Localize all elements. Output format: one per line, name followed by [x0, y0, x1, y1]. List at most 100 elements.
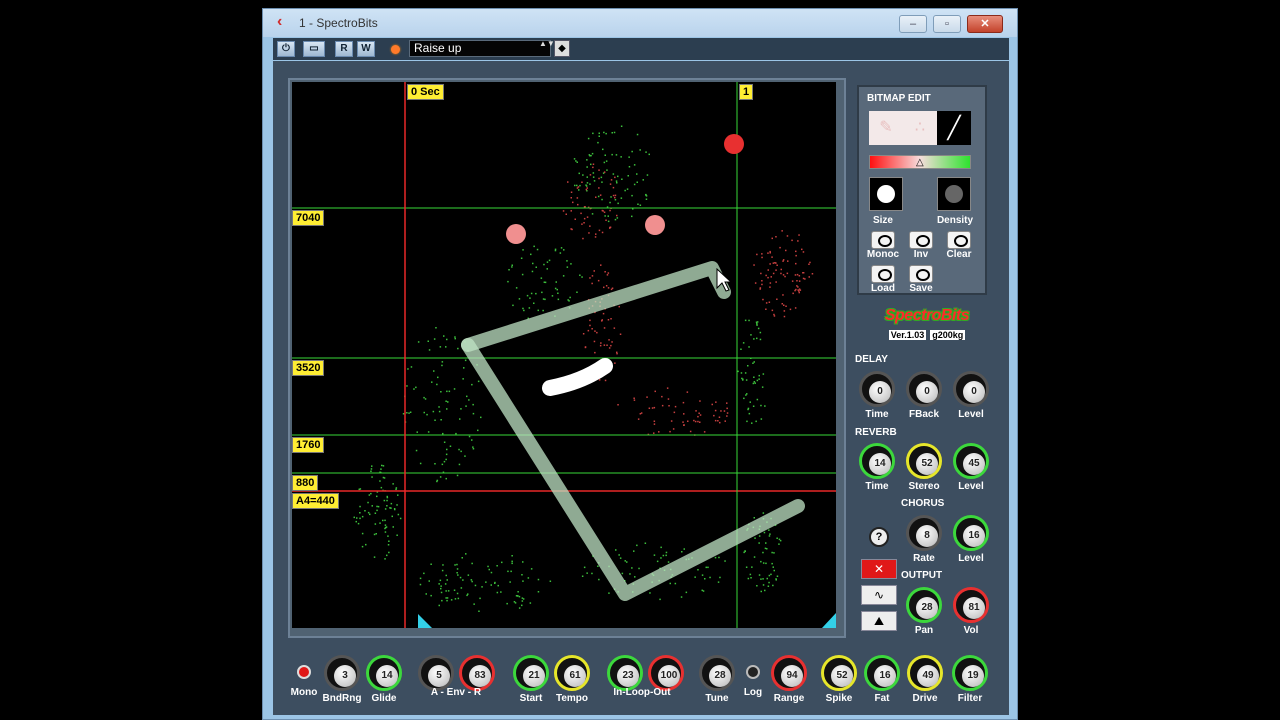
time-marker-label: 1	[739, 84, 754, 100]
spike-value: 52	[831, 665, 853, 687]
reverb-stereo-value: 52	[916, 453, 938, 475]
reverb-stereo-knob[interactable]: 52	[906, 443, 942, 479]
spike-knob[interactable]: 52	[821, 655, 857, 691]
glide-knob[interactable]: 14	[366, 655, 402, 691]
pen-tool-icon[interactable]: ╱	[937, 111, 971, 145]
preset-name-field[interactable]: Raise up	[409, 40, 551, 57]
write-automation-button[interactable]: W	[357, 41, 375, 57]
delay-fback-knob[interactable]: 0	[906, 371, 942, 407]
output-pan-value: 28	[916, 597, 938, 619]
envelope-view-button[interactable]: ⛰	[861, 611, 897, 631]
invert-button[interactable]	[909, 231, 933, 249]
plugin-window: ‹ 1 - SpectroBits – ▫ ✕ ⏻ ▭ R W Raise up…	[262, 8, 1018, 720]
title-bar[interactable]: ‹ 1 - SpectroBits – ▫ ✕	[263, 9, 1017, 37]
brush-size-control[interactable]	[869, 177, 903, 211]
red-dot-2	[506, 224, 526, 244]
mono-label: Mono	[290, 687, 318, 698]
density-label: Density	[936, 215, 974, 226]
log-toggle[interactable]	[746, 665, 760, 679]
bitmap-tool-group: ✎ ∴ ╱	[869, 111, 971, 145]
save-button[interactable]	[909, 265, 933, 283]
tempo-knob[interactable]: 61	[554, 655, 590, 691]
loop-out-value: 100	[658, 665, 680, 687]
tune-value: 28	[709, 665, 731, 687]
logo-version: Ver.1.03	[888, 330, 927, 340]
cubase-app-icon[interactable]: ‹	[277, 14, 291, 30]
brush-stroke-white	[542, 358, 613, 396]
freq-label-880: 880	[292, 475, 319, 491]
waveform-button[interactable]: ∿	[861, 585, 897, 605]
spectrobits-panel: 0 Sec 1 7040 3520 1760 880 A4=440 BITMAP…	[273, 61, 1009, 715]
output-pan-knob[interactable]: 28	[906, 587, 942, 623]
mono-toggle[interactable]	[297, 665, 311, 679]
loop-end-handle	[822, 613, 836, 628]
clear-label: Clear	[946, 249, 972, 260]
attack-value: 5	[428, 665, 450, 687]
logo-author: g200kg	[930, 330, 966, 340]
color-intensity-slider[interactable]: △	[869, 155, 971, 169]
chorus-level-knob[interactable]: 16	[953, 515, 989, 551]
freq-label-3520: 3520	[292, 360, 325, 376]
delay-time-knob[interactable]: 0	[859, 371, 895, 407]
filter-knob[interactable]: 19	[952, 655, 988, 691]
tune-knob[interactable]: 28	[699, 655, 735, 691]
reverb-header: REVERB	[855, 427, 897, 438]
range-knob[interactable]: 94	[771, 655, 807, 691]
loop-group-label: In-Loop-Out	[613, 687, 671, 698]
chorus-rate-knob[interactable]: 8	[906, 515, 942, 551]
monoc-button[interactable]	[871, 231, 895, 249]
side-tool-group: ? ✕ ∿ ⛰	[857, 523, 901, 637]
close-button[interactable]: ✕	[967, 15, 1003, 33]
invert-label: Inv	[913, 249, 929, 260]
brush-density-control[interactable]	[937, 177, 971, 211]
filter-label: Filter	[957, 693, 983, 704]
attack-knob[interactable]: 5	[418, 655, 454, 691]
output-vol-knob[interactable]: 81	[953, 587, 989, 623]
eraser-tool-icon[interactable]: ✎	[869, 111, 903, 145]
range-value: 94	[781, 665, 803, 687]
clear-button[interactable]	[947, 231, 971, 249]
host-toolbar: ⏻ ▭ R W Raise up ▲▼ ◆	[273, 38, 1009, 60]
window-title: 1 - SpectroBits	[299, 16, 378, 30]
reverb-level-knob[interactable]: 45	[953, 443, 989, 479]
maximize-button[interactable]: ▫	[933, 15, 961, 33]
filter-value: 19	[962, 665, 984, 687]
bendrange-knob[interactable]: 3	[324, 655, 360, 691]
delay-header: DELAY	[855, 354, 888, 365]
spectrogram-svg	[292, 82, 836, 628]
preset-arrows-icon[interactable]: ▲▼	[539, 40, 555, 57]
load-label: Load	[871, 283, 895, 294]
bendrange-value: 3	[334, 665, 356, 687]
load-button[interactable]	[871, 265, 895, 283]
delay-time-value: 0	[869, 381, 891, 403]
spray-tool-icon[interactable]: ∴	[903, 111, 937, 145]
time-start-label: 0 Sec	[407, 84, 444, 100]
slider-pointer-icon[interactable]: △	[916, 157, 924, 169]
reverb-level-label: Level	[958, 481, 984, 492]
output-header: OUTPUT	[901, 570, 943, 581]
reverb-time-knob[interactable]: 14	[859, 443, 895, 479]
minimize-button[interactable]: –	[899, 15, 927, 33]
release-knob[interactable]: 83	[459, 655, 495, 691]
loop-in-knob[interactable]: 23	[607, 655, 643, 691]
power-button[interactable]: ⏻	[277, 41, 295, 57]
fat-knob[interactable]: 16	[864, 655, 900, 691]
logo-name: SpectroBits	[884, 307, 970, 324]
spectrogram-canvas[interactable]: 0 Sec 1 7040 3520 1760 880 A4=440	[292, 82, 836, 628]
delay-level-knob[interactable]: 0	[953, 371, 989, 407]
preset-menu-button[interactable]: ◆	[554, 40, 570, 57]
drive-knob[interactable]: 49	[907, 655, 943, 691]
freq-label-1760: 1760	[292, 437, 325, 453]
start-knob[interactable]: 21	[513, 655, 549, 691]
read-automation-button[interactable]: R	[335, 41, 353, 57]
delay-level-value: 0	[963, 381, 985, 403]
log-label: Log	[743, 687, 763, 698]
loop-out-knob[interactable]: 100	[648, 655, 684, 691]
tempo-value: 61	[564, 665, 586, 687]
brush-density-icon	[945, 185, 963, 203]
help-button[interactable]: ?	[869, 527, 889, 547]
spectrobits-logo: SpectroBits Ver.1.03 g200kg	[867, 307, 987, 347]
compare-button[interactable]: ▭	[303, 41, 325, 57]
delete-stroke-button[interactable]: ✕	[861, 559, 897, 579]
output-vol-label: Vol	[963, 625, 979, 636]
